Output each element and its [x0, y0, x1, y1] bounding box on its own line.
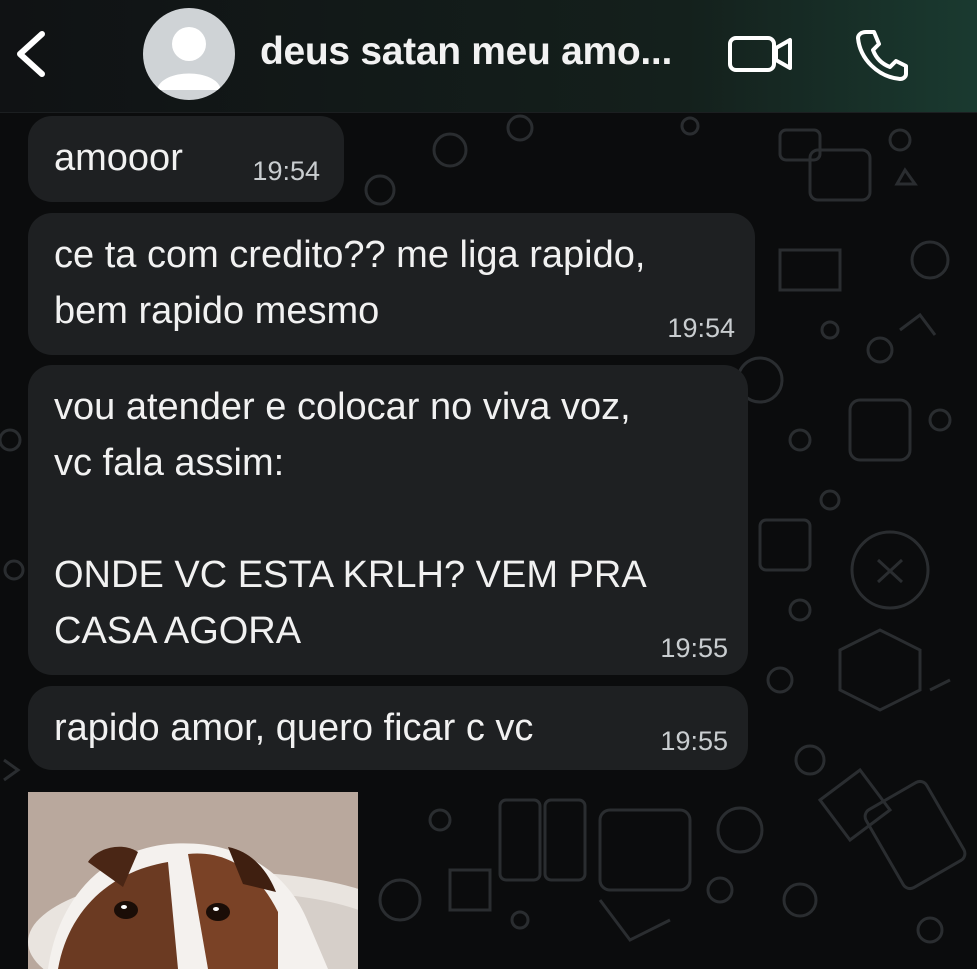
message-time: 19:55 [660, 726, 728, 756]
phone-icon[interactable] [852, 26, 910, 82]
contact-avatar[interactable] [143, 8, 235, 100]
message-text: vou atender e colocar no viva voz, vc fa… [54, 386, 647, 652]
message-bubble[interactable]: vou atender e colocar no viva voz, vc fa… [28, 365, 748, 675]
dog-sticker-image[interactable] [28, 792, 358, 969]
chevron-left-icon[interactable] [8, 26, 52, 82]
message-text: rapido amor, quero ficar c vc [54, 707, 534, 749]
message-bubble[interactable]: rapido amor, quero ficar c vc 19:55 [28, 686, 748, 770]
message-time: 19:54 [252, 156, 320, 186]
dog-illustration [28, 792, 358, 969]
message-text: ce ta com credito?? me liga rapido, bem … [54, 234, 646, 332]
message-bubble[interactable]: amooor 19:54 [28, 116, 344, 202]
message-time: 19:54 [667, 313, 735, 343]
message-bubble[interactable]: ce ta com credito?? me liga rapido, bem … [28, 213, 755, 355]
chat-header: deus satan meu amo... [0, 0, 977, 113]
contact-name[interactable]: deus satan meu amo... [260, 30, 700, 74]
video-camera-icon[interactable] [726, 32, 796, 76]
default-avatar-icon [157, 27, 221, 90]
message-time: 19:55 [660, 633, 728, 663]
